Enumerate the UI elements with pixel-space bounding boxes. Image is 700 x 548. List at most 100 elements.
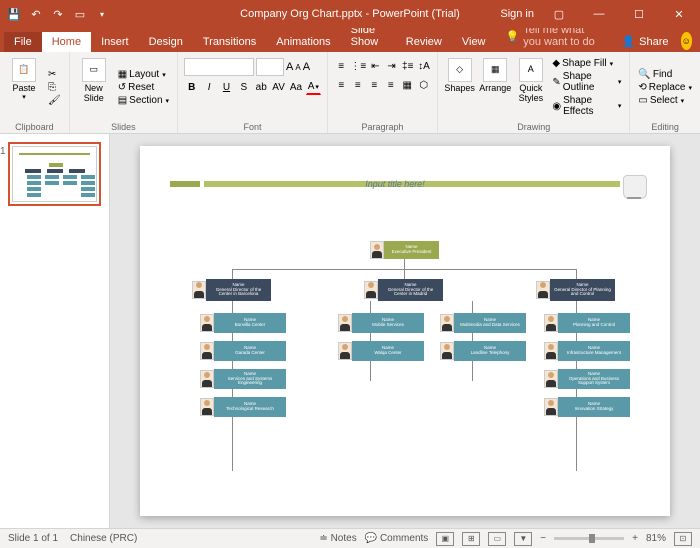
font-color-button[interactable]: A bbox=[306, 79, 321, 95]
org-node-c2-1[interactable]: NameWalqa Center bbox=[338, 341, 424, 361]
paste-button[interactable]: 📋 Paste ▾ bbox=[6, 54, 42, 121]
underline-button[interactable]: U bbox=[219, 79, 234, 95]
maximize-icon[interactable]: ☐ bbox=[624, 4, 654, 24]
sign-in-link[interactable]: Sign in bbox=[500, 8, 534, 20]
org-node-director-1[interactable]: NameGeneral Director of the Center in Ma… bbox=[364, 279, 443, 301]
align-center-button[interactable]: ≡ bbox=[351, 77, 366, 93]
strikethrough-button[interactable]: S bbox=[236, 79, 251, 95]
increase-indent-button[interactable]: ⇥ bbox=[384, 58, 398, 74]
new-slide-button[interactable]: ▭ New Slide bbox=[76, 54, 112, 121]
tab-animations[interactable]: Animations bbox=[266, 32, 340, 52]
app-name: PowerPoint (Trial) bbox=[372, 8, 460, 20]
italic-button[interactable]: I bbox=[201, 79, 216, 95]
shape-outline-button[interactable]: ✎ Shape Outline bbox=[550, 70, 623, 94]
line-spacing-button[interactable]: ‡≡ bbox=[401, 58, 415, 74]
slide-1[interactable]: Input title here! NameExecutive Presiden… bbox=[140, 146, 670, 516]
shadow-button[interactable]: ab bbox=[254, 79, 269, 95]
case-button[interactable]: Aa bbox=[288, 79, 303, 95]
slide-title-bar[interactable]: Input title here! bbox=[170, 176, 620, 192]
zoom-slider[interactable] bbox=[554, 537, 624, 540]
tab-insert[interactable]: Insert bbox=[91, 32, 139, 52]
save-icon[interactable]: 💾 bbox=[6, 6, 22, 22]
bullets-button[interactable]: ≡ bbox=[334, 58, 348, 74]
columns-button[interactable]: ▦ bbox=[400, 77, 415, 93]
layout-button[interactable]: ▦ Layout bbox=[116, 68, 171, 81]
org-node-c1-2[interactable]: NameServices and Systems Engineering bbox=[200, 369, 286, 389]
chair-image[interactable] bbox=[617, 171, 652, 211]
notes-button[interactable]: ≐ Notes bbox=[319, 533, 356, 544]
org-node-president[interactable]: NameExecutive President bbox=[370, 241, 439, 259]
zoom-out-button[interactable]: − bbox=[540, 533, 546, 544]
sorter-view-button[interactable]: ⊞ bbox=[462, 532, 480, 546]
tab-file[interactable]: File bbox=[4, 32, 42, 52]
normal-view-button[interactable]: ▣ bbox=[436, 532, 454, 546]
text-direction-button[interactable]: ↕A bbox=[417, 58, 431, 74]
shape-fill-button[interactable]: ◆ Shape Fill bbox=[550, 57, 623, 70]
qat-more-icon[interactable]: ▾ bbox=[94, 6, 110, 22]
justify-button[interactable]: ≡ bbox=[384, 77, 399, 93]
clear-format-icon[interactable]: A bbox=[303, 61, 310, 73]
shape-effects-button[interactable]: ◉ Shape Effects bbox=[550, 94, 623, 118]
org-node-c1-0[interactable]: NameBonvilla Center bbox=[200, 313, 286, 333]
org-node-c4-1[interactable]: NameInfrastructure Management bbox=[544, 341, 630, 361]
ribbon-options-icon[interactable]: ▢ bbox=[544, 4, 574, 24]
tab-design[interactable]: Design bbox=[139, 32, 193, 52]
language-status[interactable]: Chinese (PRC) bbox=[70, 533, 137, 544]
org-node-c4-3[interactable]: NameInnovation Strategy bbox=[544, 397, 630, 417]
tab-home[interactable]: Home bbox=[42, 32, 91, 52]
org-node-c4-0[interactable]: NamePlanning and Control bbox=[544, 313, 630, 333]
comments-button[interactable]: 💬 Comments bbox=[365, 533, 429, 544]
close-icon[interactable]: ✕ bbox=[664, 4, 694, 24]
decrease-font-icon[interactable]: A bbox=[295, 63, 300, 72]
increase-font-icon[interactable]: A bbox=[286, 61, 293, 73]
cut-button[interactable]: ✂ bbox=[46, 68, 63, 81]
zoom-in-button[interactable]: + bbox=[632, 533, 638, 544]
redo-icon[interactable]: ↷ bbox=[50, 6, 66, 22]
slide-thumbnail-1[interactable]: 1 bbox=[8, 142, 101, 206]
select-button[interactable]: ▭ Select bbox=[636, 94, 694, 107]
shapes-button[interactable]: ◇Shapes bbox=[444, 54, 475, 121]
share-button[interactable]: 👤 Share bbox=[613, 31, 676, 52]
font-size-select[interactable] bbox=[256, 58, 284, 76]
slide-count[interactable]: Slide 1 of 1 bbox=[8, 533, 58, 544]
find-button[interactable]: 🔍 Find bbox=[636, 68, 694, 81]
fit-to-window-button[interactable]: ⊡ bbox=[674, 532, 692, 546]
org-node-director-0[interactable]: NameGeneral Director of the Center in Ba… bbox=[192, 279, 271, 301]
decrease-indent-button[interactable]: ⇤ bbox=[368, 58, 382, 74]
start-from-beginning-icon[interactable]: ▭ bbox=[72, 6, 88, 22]
replace-button[interactable]: ⟲ Replace bbox=[636, 81, 694, 94]
reading-view-button[interactable]: ▭ bbox=[488, 532, 506, 546]
align-right-button[interactable]: ≡ bbox=[367, 77, 382, 93]
tab-review[interactable]: Review bbox=[396, 32, 452, 52]
align-left-button[interactable]: ≡ bbox=[334, 77, 349, 93]
spacing-button[interactable]: AV bbox=[271, 79, 286, 95]
org-node-c2-0[interactable]: NameMobile Services bbox=[338, 313, 424, 333]
slide-title-text[interactable]: Input title here! bbox=[170, 179, 620, 189]
font-family-select[interactable] bbox=[184, 58, 254, 76]
org-node-c1-1[interactable]: NameGarada Center bbox=[200, 341, 286, 361]
quick-styles-button[interactable]: AQuick Styles bbox=[515, 54, 546, 121]
format-painter-button[interactable]: 🖌 bbox=[46, 94, 63, 107]
slideshow-view-button[interactable]: ▼ bbox=[514, 532, 532, 546]
tab-view[interactable]: View bbox=[452, 32, 496, 52]
feedback-icon[interactable]: ☺ bbox=[681, 32, 692, 50]
reset-button[interactable]: ↺ Reset bbox=[116, 81, 171, 94]
org-node-c4-2[interactable]: NameOperations and Business Support Syst… bbox=[544, 369, 630, 389]
slide-canvas[interactable]: Input title here! NameExecutive Presiden… bbox=[110, 134, 700, 528]
numbering-button[interactable]: ⋮≡ bbox=[350, 58, 366, 74]
org-node-c3-0[interactable]: NameMultimedia and Data Services bbox=[440, 313, 526, 333]
smartart-button[interactable]: ⬡ bbox=[417, 77, 432, 93]
org-node-c1-3[interactable]: NameTechnological Research bbox=[200, 397, 286, 417]
copy-button[interactable]: ⎘ bbox=[46, 81, 63, 94]
section-button[interactable]: ▤ Section bbox=[116, 94, 171, 107]
org-node-director-2[interactable]: NameGeneral Director of Planning and Con… bbox=[536, 279, 615, 301]
arrange-button[interactable]: ▦Arrange bbox=[479, 54, 511, 121]
bold-button[interactable]: B bbox=[184, 79, 199, 95]
zoom-level[interactable]: 81% bbox=[646, 533, 666, 544]
org-node-c3-1[interactable]: NameLandline Telephony bbox=[440, 341, 526, 361]
tab-transitions[interactable]: Transitions bbox=[193, 32, 266, 52]
undo-icon[interactable]: ↶ bbox=[28, 6, 44, 22]
org-chart[interactable]: NameExecutive President NameGeneral Dire… bbox=[160, 241, 650, 506]
quick-styles-icon: A bbox=[519, 58, 543, 82]
minimize-icon[interactable]: — bbox=[584, 4, 614, 24]
